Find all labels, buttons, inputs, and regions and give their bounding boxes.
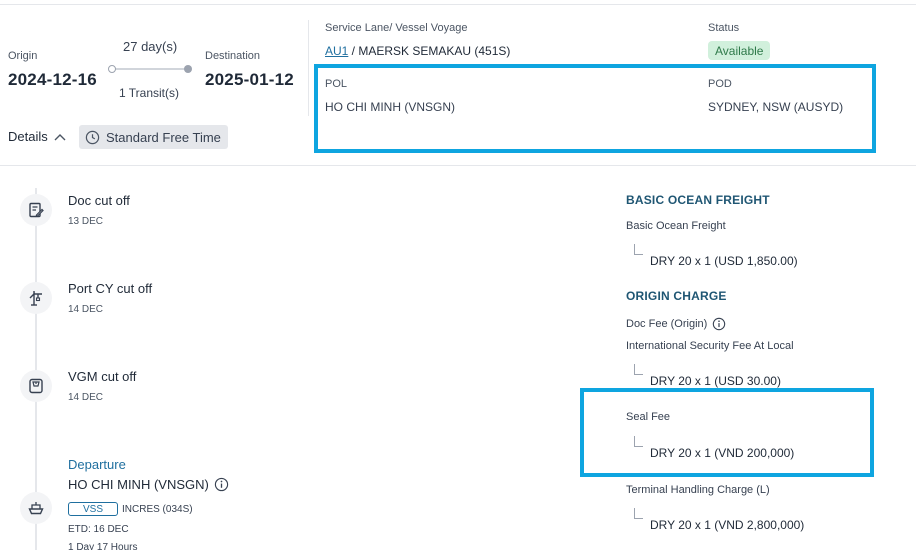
- header-divider: [308, 20, 309, 116]
- info-icon[interactable]: [712, 317, 726, 331]
- document-edit-icon: [20, 194, 52, 226]
- charge-name-basic-ocean-freight: Basic Ocean Freight: [626, 220, 726, 232]
- tree-branch: [634, 244, 643, 255]
- section-divider: [0, 165, 916, 166]
- vessel-row: VSS INCRES (034S): [68, 502, 193, 516]
- tree-branch: [634, 436, 643, 447]
- origin-date: 2024-12-16: [8, 70, 97, 89]
- pod-value: SYDNEY, NSW (AUSYD): [708, 100, 844, 114]
- charge-line-seal-fee: DRY 20 x 1 (VND 200,000): [650, 446, 795, 460]
- section-title-basic-ocean-freight: BASIC OCEAN FREIGHT: [626, 193, 770, 207]
- top-divider: [0, 4, 916, 5]
- vessel-tag-badge: VSS: [68, 502, 118, 516]
- route-start-dot: [108, 65, 116, 73]
- charge-line-intl-security-fee: DRY 20 x 1 (USD 30.00): [650, 374, 781, 388]
- charge-line-terminal-handling: DRY 20 x 1 (VND 2,800,000): [650, 518, 805, 532]
- departure-port: HO CHI MINH (VNSGN): [68, 477, 229, 492]
- charge-line-basic-ocean-freight: DRY 20 x 1 (USD 1,850.00): [650, 254, 798, 268]
- status-label: Status: [708, 22, 740, 34]
- event-title-doc-cutoff: Doc cut off: [68, 193, 130, 208]
- details-toggle-button[interactable]: Details: [8, 129, 66, 144]
- details-label: Details: [8, 129, 48, 144]
- transit-time: 1 Day 17 Hours: [68, 542, 138, 550]
- transit-duration: 27 day(s): [123, 39, 178, 54]
- event-date-vgm-cutoff: 14 DEC: [68, 392, 104, 403]
- chevron-up-icon: [54, 133, 66, 141]
- event-date-doc-cutoff: 13 DEC: [68, 216, 104, 227]
- route-end-dot: [184, 65, 192, 73]
- transit-count: 1 Transit(s): [119, 86, 180, 100]
- weight-scale-icon: [20, 370, 52, 402]
- tree-branch: [634, 364, 643, 375]
- ship-icon: [20, 492, 52, 524]
- event-title-port-cy-cutoff: Port CY cut off: [68, 281, 153, 296]
- departure-title: Departure: [68, 457, 126, 472]
- event-title-vgm-cutoff: VGM cut off: [68, 369, 137, 384]
- clock-icon: [85, 130, 100, 145]
- etd: ETD: 16 DEC: [68, 524, 129, 535]
- pol-label: POL: [325, 78, 348, 90]
- charge-name-seal-fee: Seal Fee: [626, 411, 671, 423]
- tree-branch: [634, 508, 643, 519]
- pol-value: HO CHI MINH (VNSGN): [325, 100, 455, 114]
- service-lane-value: AU1 / MAERSK SEMAKAU (451S): [325, 44, 510, 58]
- charge-name-terminal-handling: Terminal Handling Charge (L): [626, 484, 770, 496]
- doc-fee-label: Doc Fee (Origin): [626, 318, 708, 330]
- event-date-port-cy-cutoff: 14 DEC: [68, 304, 104, 315]
- charge-name-intl-security-fee: International Security Fee At Local: [626, 340, 794, 352]
- destination-date: 2025-01-12: [205, 70, 294, 89]
- seal-fee-highlight-box: [580, 388, 874, 477]
- info-icon[interactable]: [214, 477, 229, 492]
- vessel-voyage: / MAERSK SEMAKAU (451S): [348, 44, 511, 58]
- service-lane-link[interactable]: AU1: [325, 44, 348, 58]
- destination-label: Destination: [205, 50, 261, 62]
- section-title-origin-charge: ORIGIN CHARGE: [626, 289, 727, 303]
- route-line: [113, 68, 188, 70]
- service-lane-label: Service Lane/ Vessel Voyage: [325, 22, 468, 34]
- free-time-label: Standard Free Time: [106, 129, 221, 145]
- standard-free-time-button[interactable]: Standard Free Time: [79, 125, 228, 149]
- status-badge: Available: [708, 41, 771, 60]
- port-crane-icon: [20, 282, 52, 314]
- origin-label: Origin: [8, 50, 38, 62]
- pod-label: POD: [708, 78, 732, 90]
- departure-port-name: HO CHI MINH (VNSGN): [68, 477, 209, 492]
- vessel-name: INCRES (034S): [122, 503, 193, 515]
- charge-name-doc-fee: Doc Fee (Origin): [626, 317, 726, 331]
